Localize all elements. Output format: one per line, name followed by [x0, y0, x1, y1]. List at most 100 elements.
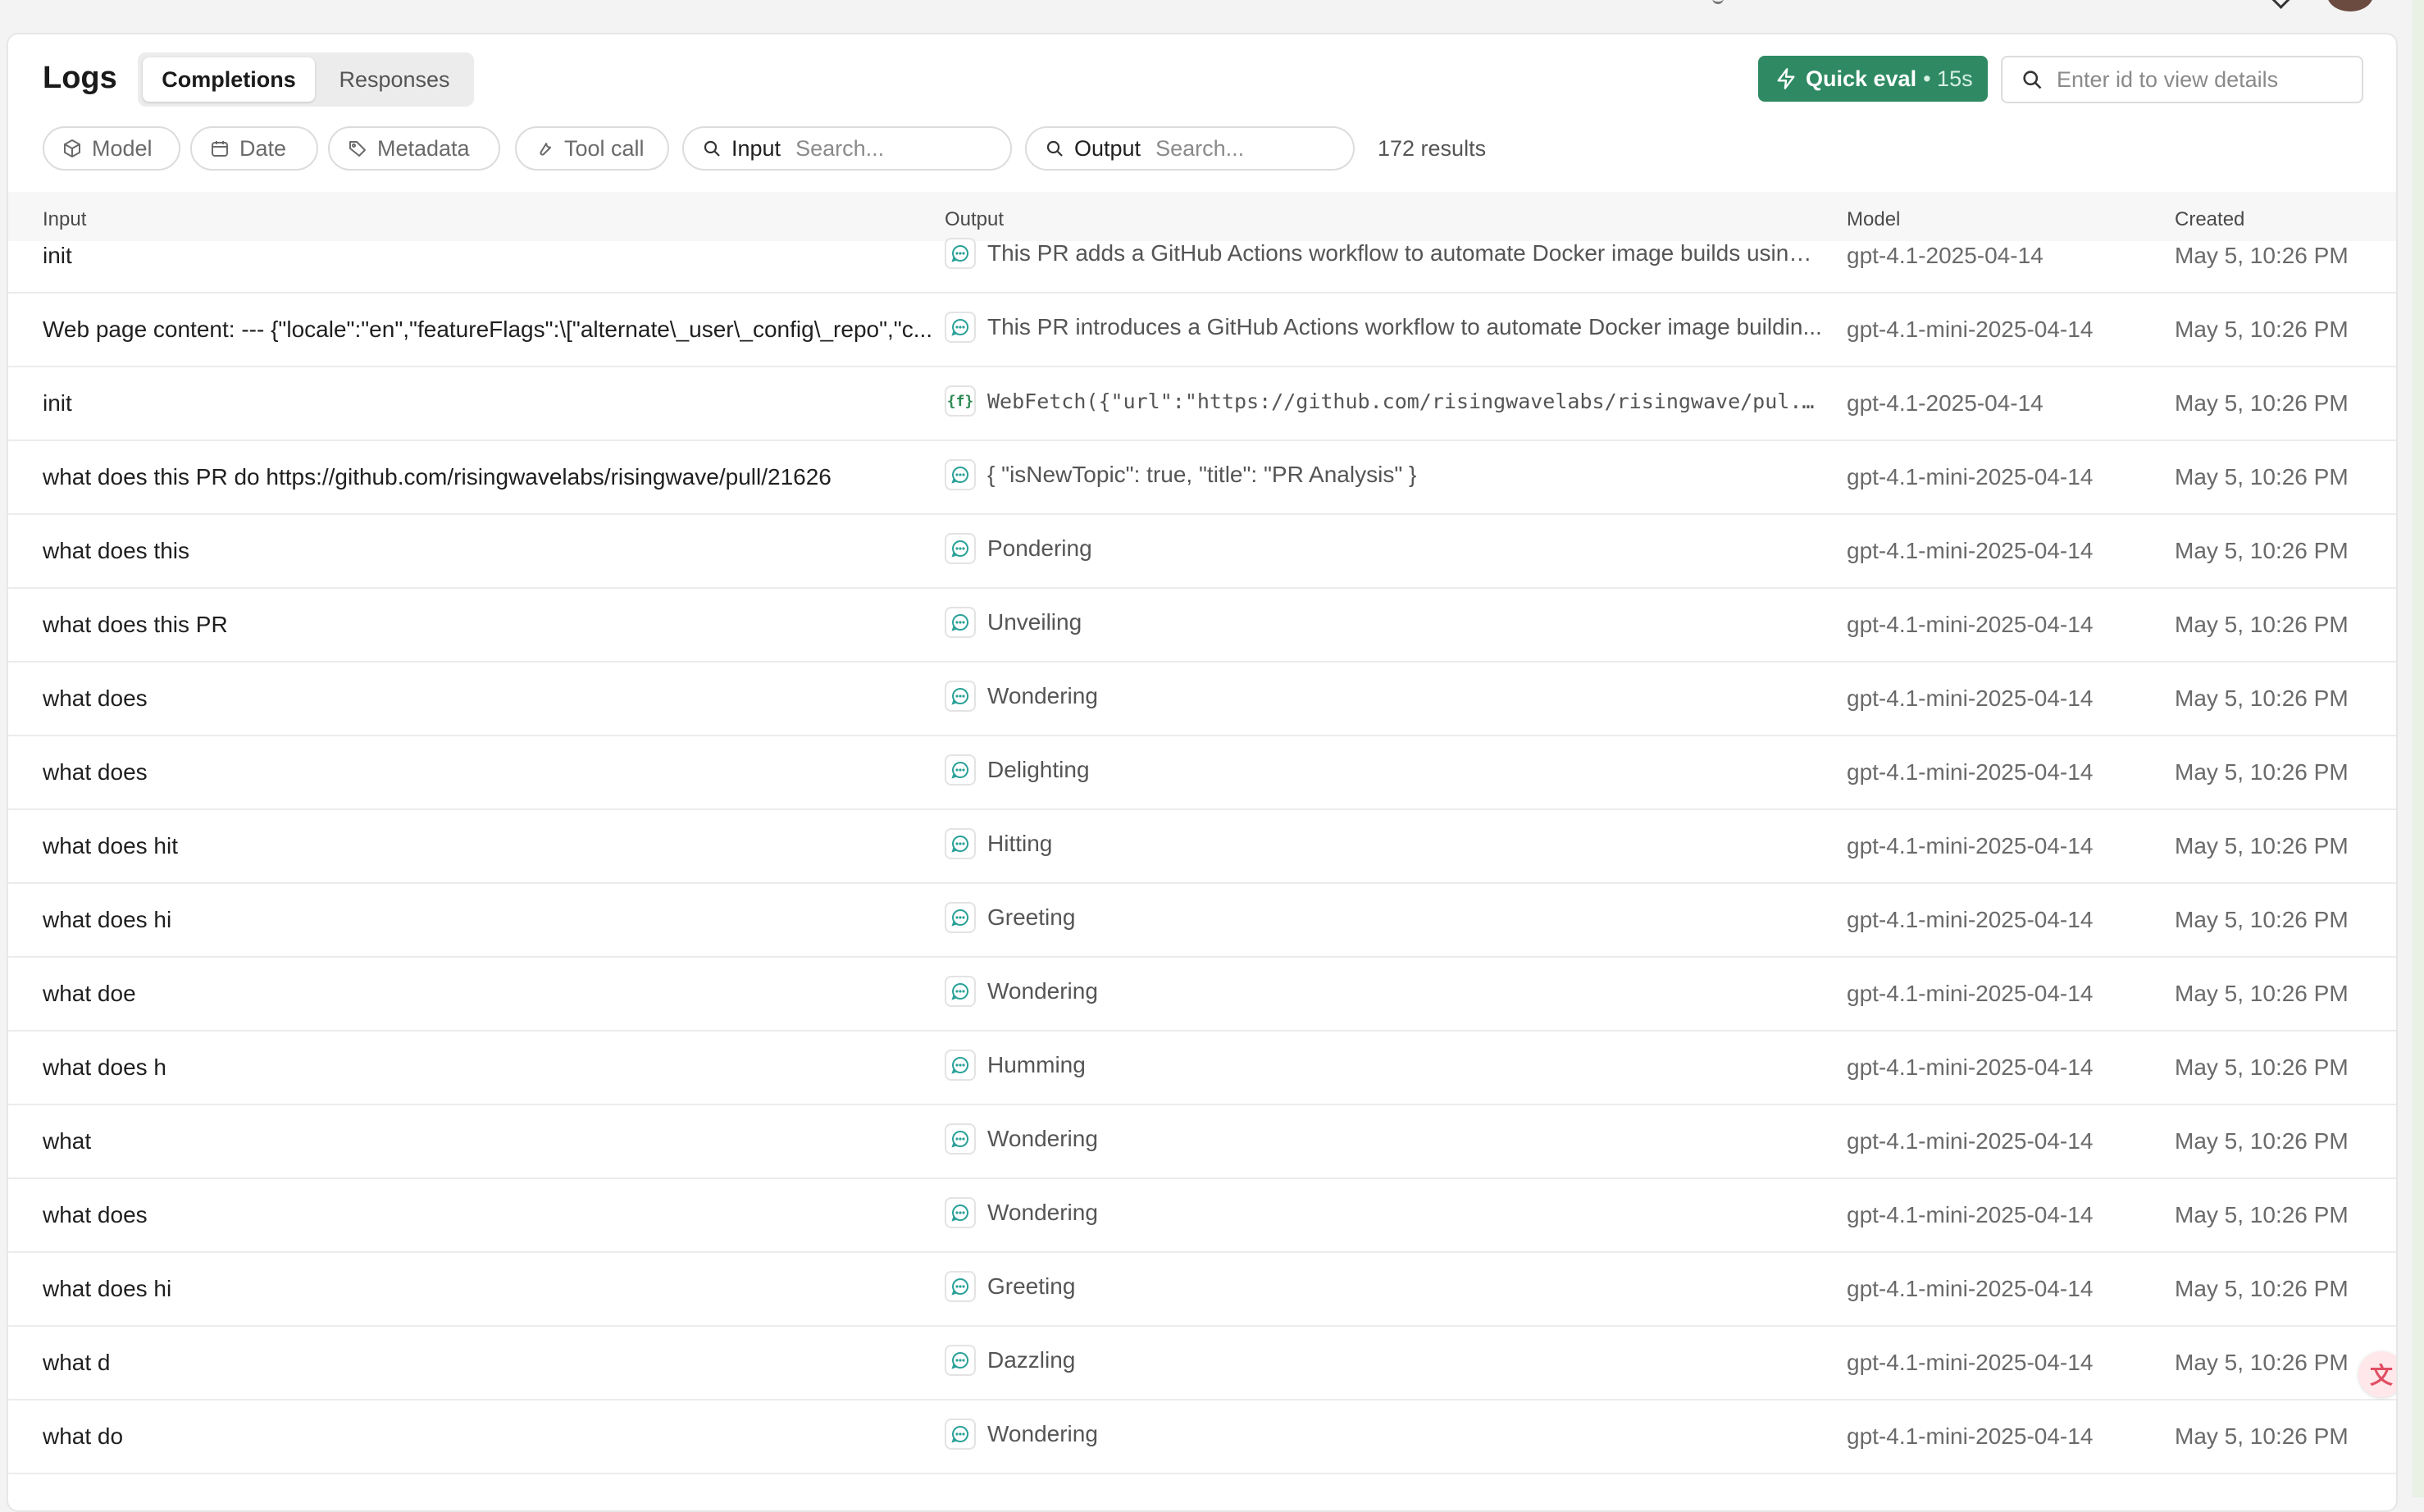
- date-filter-label: Date: [239, 135, 287, 161]
- created-cell: May 5, 10:26 PM: [2175, 1054, 2349, 1080]
- input-search-box[interactable]: Input: [682, 126, 1012, 171]
- chat-bubble-icon: [945, 1197, 976, 1228]
- table-row[interactable]: what does Delighting gpt-4.1-mini-2025-04-…: [8, 735, 2396, 810]
- created-cell: May 5, 10:26 PM: [2175, 1128, 2349, 1154]
- input-cell: what does: [43, 685, 148, 711]
- model-cell: gpt-4.1-mini-2025-04-14: [1847, 1276, 2094, 1301]
- output-text: Wondering: [987, 1200, 1098, 1225]
- chat-bubble-icon: [945, 1419, 976, 1450]
- chat-bubble-icon: [945, 902, 976, 933]
- created-cell: May 5, 10:26 PM: [2175, 1276, 2349, 1301]
- model-cell: gpt-4.1-mini-2025-04-14: [1847, 685, 2094, 711]
- model-cell: gpt-4.1-mini-2025-04-14: [1847, 1350, 2094, 1375]
- input-cell: what does this PR: [43, 612, 228, 637]
- input-search-field[interactable]: [794, 134, 962, 162]
- chat-bubble-icon: [945, 976, 976, 1007]
- table-row[interactable]: what does h Humming gpt-4.1-mini-2025-04-1…: [8, 1030, 2396, 1105]
- logs-panel: Logs Completions Responses Quick eval • …: [7, 33, 2398, 1512]
- table-row[interactable]: what does Wondering gpt-4.1-mini-2025-04-1…: [8, 1177, 2396, 1253]
- avatar[interactable]: [2327, 0, 2373, 11]
- table-row[interactable]: what does hi Greeting gpt-4.1-mini-2025-04…: [8, 882, 2396, 958]
- created-cell: May 5, 10:26 PM: [2175, 833, 2349, 858]
- calendar-icon: [212, 141, 228, 157]
- output-text: This PR adds a GitHub Actions workflow t…: [987, 240, 1822, 266]
- input-cell: what doe: [43, 981, 136, 1006]
- cube-icon: [64, 139, 80, 157]
- search-icon: [2023, 71, 2042, 89]
- tab-completions[interactable]: Completions: [143, 57, 315, 102]
- output-cell: Dazzling: [945, 1345, 1822, 1376]
- output-cell: Wondering: [945, 1197, 1822, 1228]
- output-text: Humming: [987, 1052, 1086, 1077]
- date-filter-button[interactable]: Date: [190, 126, 318, 171]
- output-text: Hitting: [987, 831, 1053, 856]
- table-row[interactable]: what does hi Greeting gpt-4.1-mini-2025-04…: [8, 1251, 2396, 1327]
- chat-bubble-icon: [945, 754, 976, 786]
- output-cell: Humming: [945, 1050, 1822, 1081]
- table-row[interactable]: init {f} WebFetch({"url":"https://github.c…: [8, 366, 2396, 441]
- table-row[interactable]: init This PR adds a GitHub Actions workfl…: [8, 218, 2396, 294]
- created-cell: May 5, 10:26 PM: [2175, 981, 2349, 1006]
- search-icon: [1046, 140, 1063, 157]
- chevron-down-icon[interactable]: [2270, 0, 2292, 9]
- output-text: Pondering: [987, 535, 1092, 561]
- output-cell: Unveiling: [945, 607, 1822, 638]
- output-cell: Greeting: [945, 1271, 1822, 1302]
- table-row[interactable]: what doe Wondering gpt-4.1-mini-2025-04-14…: [8, 956, 2396, 1032]
- table-row[interactable]: Web page content: --- {"locale":"en","fe…: [8, 292, 2396, 367]
- output-cell: This PR introduces a GitHub Actions work…: [945, 312, 1822, 343]
- translate-icon[interactable]: 文: [2358, 1351, 2396, 1397]
- output-search-field[interactable]: [1154, 134, 1322, 162]
- table-row[interactable]: what does this Pondering gpt-4.1-mini-2025…: [8, 513, 2396, 589]
- input-cell: what does: [43, 759, 148, 785]
- created-cell: May 5, 10:26 PM: [2175, 1350, 2349, 1375]
- input-cell: what does hit: [43, 833, 178, 858]
- chat-bubble-icon: [945, 1345, 976, 1376]
- quick-eval-button[interactable]: Quick eval • 15s: [1758, 56, 1988, 102]
- model-cell: gpt-4.1-2025-04-14: [1847, 390, 2044, 416]
- quick-eval-timer: • 15s: [1923, 66, 1973, 91]
- tool-call-filter-button[interactable]: Tool call: [515, 126, 669, 171]
- created-cell: May 5, 10:26 PM: [2175, 243, 2349, 268]
- input-cell: init: [43, 243, 72, 268]
- table-row[interactable]: what Wondering gpt-4.1-mini-2025-04-14 May …: [8, 1104, 2396, 1179]
- table-row[interactable]: what do Wondering gpt-4.1-mini-2025-04-14 M…: [8, 1399, 2396, 1474]
- created-cell: May 5, 10:26 PM: [2175, 390, 2349, 416]
- output-cell: { "isNewTopic": true, "title": "PR Analy…: [945, 459, 1822, 490]
- input-cell: what does: [43, 1202, 148, 1227]
- chat-bubble-icon: [945, 828, 976, 859]
- input-cell: what do: [43, 1423, 124, 1449]
- wrench-icon: [540, 142, 552, 156]
- chat-bubble-icon: [945, 1050, 976, 1081]
- output-text: Greeting: [987, 904, 1076, 930]
- output-text: Unveiling: [987, 609, 1082, 635]
- table-row[interactable]: what d Dazzling gpt-4.1-mini-2025-04-14 May…: [8, 1325, 2396, 1400]
- model-cell: gpt-4.1-mini-2025-04-14: [1847, 1054, 2094, 1080]
- table-row[interactable]: what does this PR Unveiling gpt-4.1-mini-2…: [8, 587, 2396, 663]
- created-cell: May 5, 10:26 PM: [2175, 317, 2349, 342]
- model-cell: gpt-4.1-mini-2025-04-14: [1847, 1202, 2094, 1227]
- table-row[interactable]: what does hit Hitting gpt-4.1-mini-2025-04…: [8, 808, 2396, 884]
- created-cell: May 5, 10:26 PM: [2175, 612, 2349, 637]
- metadata-filter-button[interactable]: Metadata: [328, 126, 500, 171]
- search-icon: [704, 140, 720, 157]
- model-cell: gpt-4.1-mini-2025-04-14: [1847, 464, 2094, 490]
- tag-icon: [349, 141, 366, 157]
- chat-bubble-icon: [945, 681, 976, 712]
- output-search-box[interactable]: Output: [1025, 126, 1355, 171]
- output-text: Wondering: [987, 978, 1098, 1004]
- created-cell: May 5, 10:26 PM: [2175, 1202, 2349, 1227]
- output-text: Delighting: [987, 757, 1090, 782]
- tab-responses[interactable]: Responses: [320, 57, 469, 102]
- chat-bubble-icon: [945, 238, 976, 269]
- table-row[interactable]: what does this PR do https://github.com/…: [8, 439, 2396, 515]
- created-cell: May 5, 10:26 PM: [2175, 538, 2349, 563]
- model-cell: gpt-4.1-mini-2025-04-14: [1847, 1423, 2094, 1449]
- input-cell: what does h: [43, 1054, 166, 1080]
- model-cell: gpt-4.1-mini-2025-04-14: [1847, 907, 2094, 932]
- id-search-input[interactable]: [2055, 66, 2353, 93]
- page-title: Logs: [43, 61, 117, 95]
- model-filter-button[interactable]: Model: [43, 126, 180, 171]
- table-row[interactable]: what does Wondering gpt-4.1-mini-2025-04-1…: [8, 661, 2396, 736]
- id-search-box[interactable]: [2001, 56, 2363, 103]
